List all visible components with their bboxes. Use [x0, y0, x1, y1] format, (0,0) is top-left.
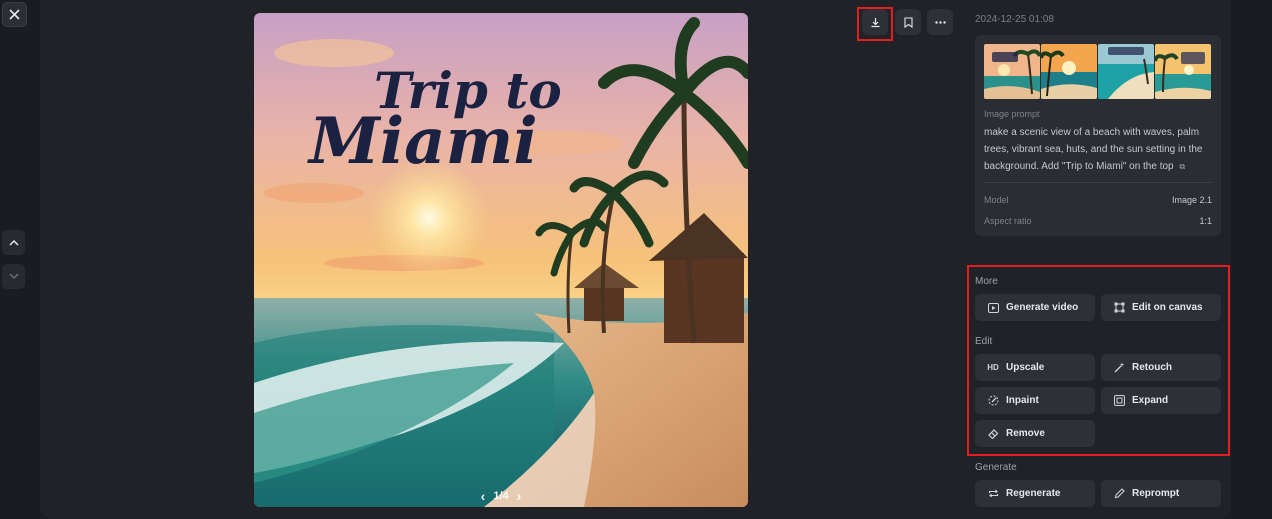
thumbnail-1[interactable]	[984, 44, 1040, 99]
chevron-up-icon	[8, 239, 19, 246]
expand-label: Expand	[1132, 395, 1169, 406]
image-pager: ‹ 1/4 ›	[254, 489, 748, 503]
more-options-button[interactable]	[927, 9, 953, 35]
previous-image-button[interactable]	[2, 230, 25, 255]
section-more-title: More	[975, 276, 998, 287]
brush-icon	[987, 395, 999, 407]
section-generate-title: Generate	[975, 462, 1017, 473]
inpaint-button[interactable]: Inpaint	[975, 387, 1095, 414]
upscale-button[interactable]: HD Upscale	[975, 354, 1095, 381]
inpaint-label: Inpaint	[1006, 395, 1039, 406]
video-icon	[987, 302, 999, 314]
next-image-button[interactable]	[2, 264, 25, 289]
prompt-text[interactable]: make a scenic view of a beach with waves…	[984, 124, 1214, 175]
copy-icon[interactable]: ⧉	[1179, 162, 1185, 171]
remove-label: Remove	[1006, 428, 1045, 439]
expand-button[interactable]: Expand	[1101, 387, 1221, 414]
generated-image[interactable]: Trip to Miami ‹ 1/4 ›	[254, 13, 748, 507]
image-title-line2: Miami	[307, 104, 538, 179]
edit-on-canvas-label: Edit on canvas	[1132, 302, 1203, 313]
pager-next-icon[interactable]: ›	[517, 489, 522, 503]
generate-video-button[interactable]: Generate video	[975, 294, 1095, 321]
section-edit-title: Edit	[975, 336, 993, 347]
generate-video-label: Generate video	[1006, 302, 1079, 313]
download-highlight	[857, 7, 893, 41]
creation-date: 2024-12-25 01:08	[975, 14, 1054, 25]
close-icon	[9, 9, 20, 20]
close-button[interactable]	[2, 2, 27, 27]
upscale-label: Upscale	[1006, 362, 1045, 373]
prompt-label: Image prompt	[984, 109, 1040, 119]
pager-count: 1/4	[493, 490, 509, 502]
prompt-info-card: Image prompt make a scenic view of a bea…	[975, 35, 1221, 236]
more-dots-icon	[934, 20, 946, 24]
thumbnail-4[interactable]	[1155, 44, 1211, 99]
prompt-text-value: make a scenic view of a beach with waves…	[984, 127, 1203, 172]
retouch-button[interactable]: Retouch	[1101, 354, 1221, 381]
chevron-down-icon	[8, 273, 19, 280]
aspect-ratio-row: Aspect ratio 1:1	[984, 216, 1212, 226]
remove-button[interactable]: Remove	[975, 420, 1095, 447]
expand-icon	[1113, 395, 1125, 407]
bookmark-icon	[903, 16, 913, 28]
thumbnail-3[interactable]	[1098, 44, 1154, 99]
retouch-label: Retouch	[1132, 362, 1172, 373]
model-row: Model Image 2.1	[984, 195, 1212, 205]
edit-on-canvas-button[interactable]: Edit on canvas	[1101, 294, 1221, 321]
regenerate-button[interactable]: Regenerate	[975, 480, 1095, 507]
aspect-ratio-value: 1:1	[1199, 216, 1212, 226]
pager-prev-icon[interactable]: ‹	[481, 489, 486, 503]
reprompt-label: Reprompt	[1132, 488, 1180, 499]
magic-wand-icon	[1113, 362, 1125, 374]
info-divider	[984, 182, 1212, 183]
model-label: Model	[984, 195, 1009, 205]
thumbnail-strip	[984, 44, 1211, 99]
regenerate-label: Regenerate	[1006, 488, 1061, 499]
bookmark-button[interactable]	[895, 9, 921, 35]
thumbnail-2[interactable]	[1041, 44, 1097, 99]
hd-icon: HD	[987, 363, 999, 372]
eraser-icon	[987, 428, 999, 440]
canvas-icon	[1113, 302, 1125, 314]
reprompt-button[interactable]: Reprompt	[1101, 480, 1221, 507]
repeat-icon	[987, 488, 999, 500]
aspect-ratio-label: Aspect ratio	[984, 216, 1032, 226]
model-value: Image 2.1	[1171, 195, 1212, 205]
pencil-icon	[1113, 488, 1125, 500]
